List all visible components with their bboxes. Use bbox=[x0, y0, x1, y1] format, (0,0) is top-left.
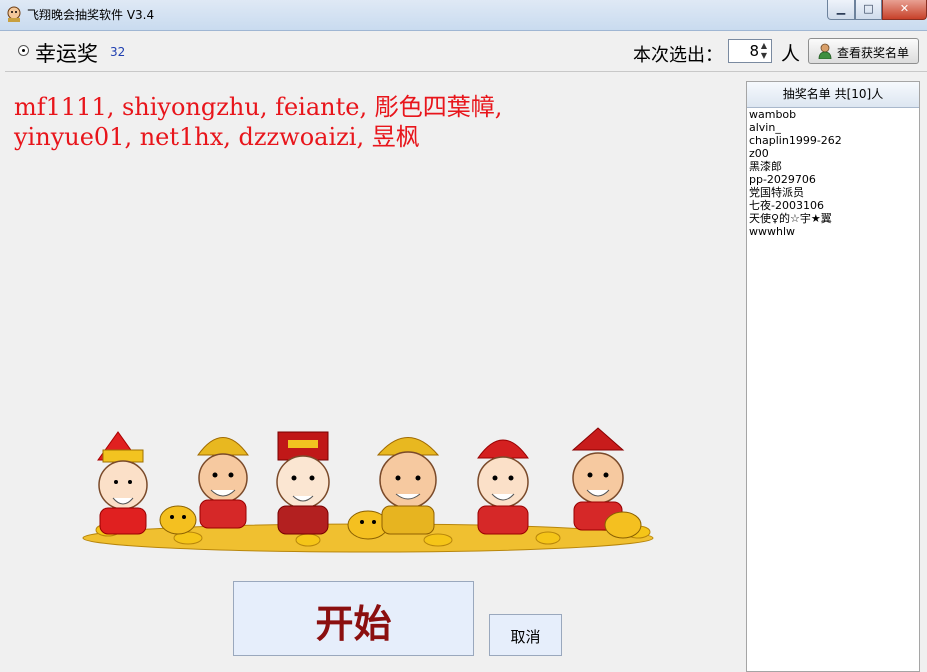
view-winners-label: 查看获奖名单 bbox=[837, 46, 910, 60]
list-item[interactable]: alvin_ bbox=[749, 121, 917, 134]
maximize-button[interactable]: □ bbox=[855, 0, 882, 20]
minimize-button[interactable]: ▁ bbox=[827, 0, 855, 20]
user-icon bbox=[818, 43, 832, 59]
list-item[interactable]: wambob bbox=[749, 108, 917, 121]
participant-list[interactable]: 抽奖名单 共[10]人 wambob alvin_ chaplin1999-26… bbox=[746, 81, 920, 672]
prize-radio[interactable] bbox=[18, 45, 29, 56]
list-item[interactable]: chaplin1999-262 bbox=[749, 134, 917, 147]
fortune-gods-illustration bbox=[82, 427, 654, 553]
select-count-label: 本次选出： bbox=[633, 45, 723, 66]
window-title: 飞翔晚会抽奖软件 V3.4 bbox=[27, 8, 155, 22]
select-count-value: 8 bbox=[749, 42, 759, 60]
participant-list-header[interactable]: 抽奖名单 共[10]人 bbox=[747, 82, 919, 108]
cancel-button-label: 取消 bbox=[510, 628, 541, 646]
list-item[interactable]: 天使♀的☆宇★翼 bbox=[749, 212, 917, 225]
prize-toolbar: 幸运奖 32 本次选出： 8 ▲ ▼ 人 查看获奖名单 bbox=[5, 31, 927, 72]
start-button[interactable]: 开始 bbox=[233, 581, 474, 656]
cancel-button[interactable]: 取消 bbox=[489, 614, 562, 656]
radio-dot-icon bbox=[22, 49, 25, 52]
participant-list-items: wambob alvin_ chaplin1999-262 z00 黑漆郎 pp… bbox=[749, 108, 917, 238]
list-item[interactable]: 七夜-2003106 bbox=[749, 199, 917, 212]
view-winners-button[interactable]: 查看获奖名单 bbox=[808, 38, 919, 64]
list-item[interactable]: pp-2029706 bbox=[749, 173, 917, 186]
spinner-arrows-icon[interactable]: ▲ ▼ bbox=[759, 41, 769, 61]
start-button-label: 开始 bbox=[315, 601, 392, 646]
close-button[interactable]: ✕ bbox=[882, 0, 927, 20]
list-item[interactable]: 黑漆郎 bbox=[749, 160, 917, 173]
list-item[interactable]: 党国特派员 bbox=[749, 186, 917, 199]
title-bar: 飞翔晚会抽奖软件 V3.4 ▁ □ ✕ bbox=[0, 0, 927, 31]
unit-label: 人 bbox=[781, 43, 801, 65]
winners-display: mf1111, shiyongzhu, feiante, 彫色四葉幛, yiny… bbox=[14, 93, 503, 151]
prize-name: 幸运奖 bbox=[35, 42, 98, 66]
app-icon bbox=[7, 6, 21, 22]
prize-count: 32 bbox=[110, 45, 126, 59]
list-item[interactable]: z00 bbox=[749, 147, 917, 160]
select-count-spinner[interactable]: 8 ▲ ▼ bbox=[728, 39, 772, 63]
list-item[interactable]: wwwhlw bbox=[749, 225, 917, 238]
